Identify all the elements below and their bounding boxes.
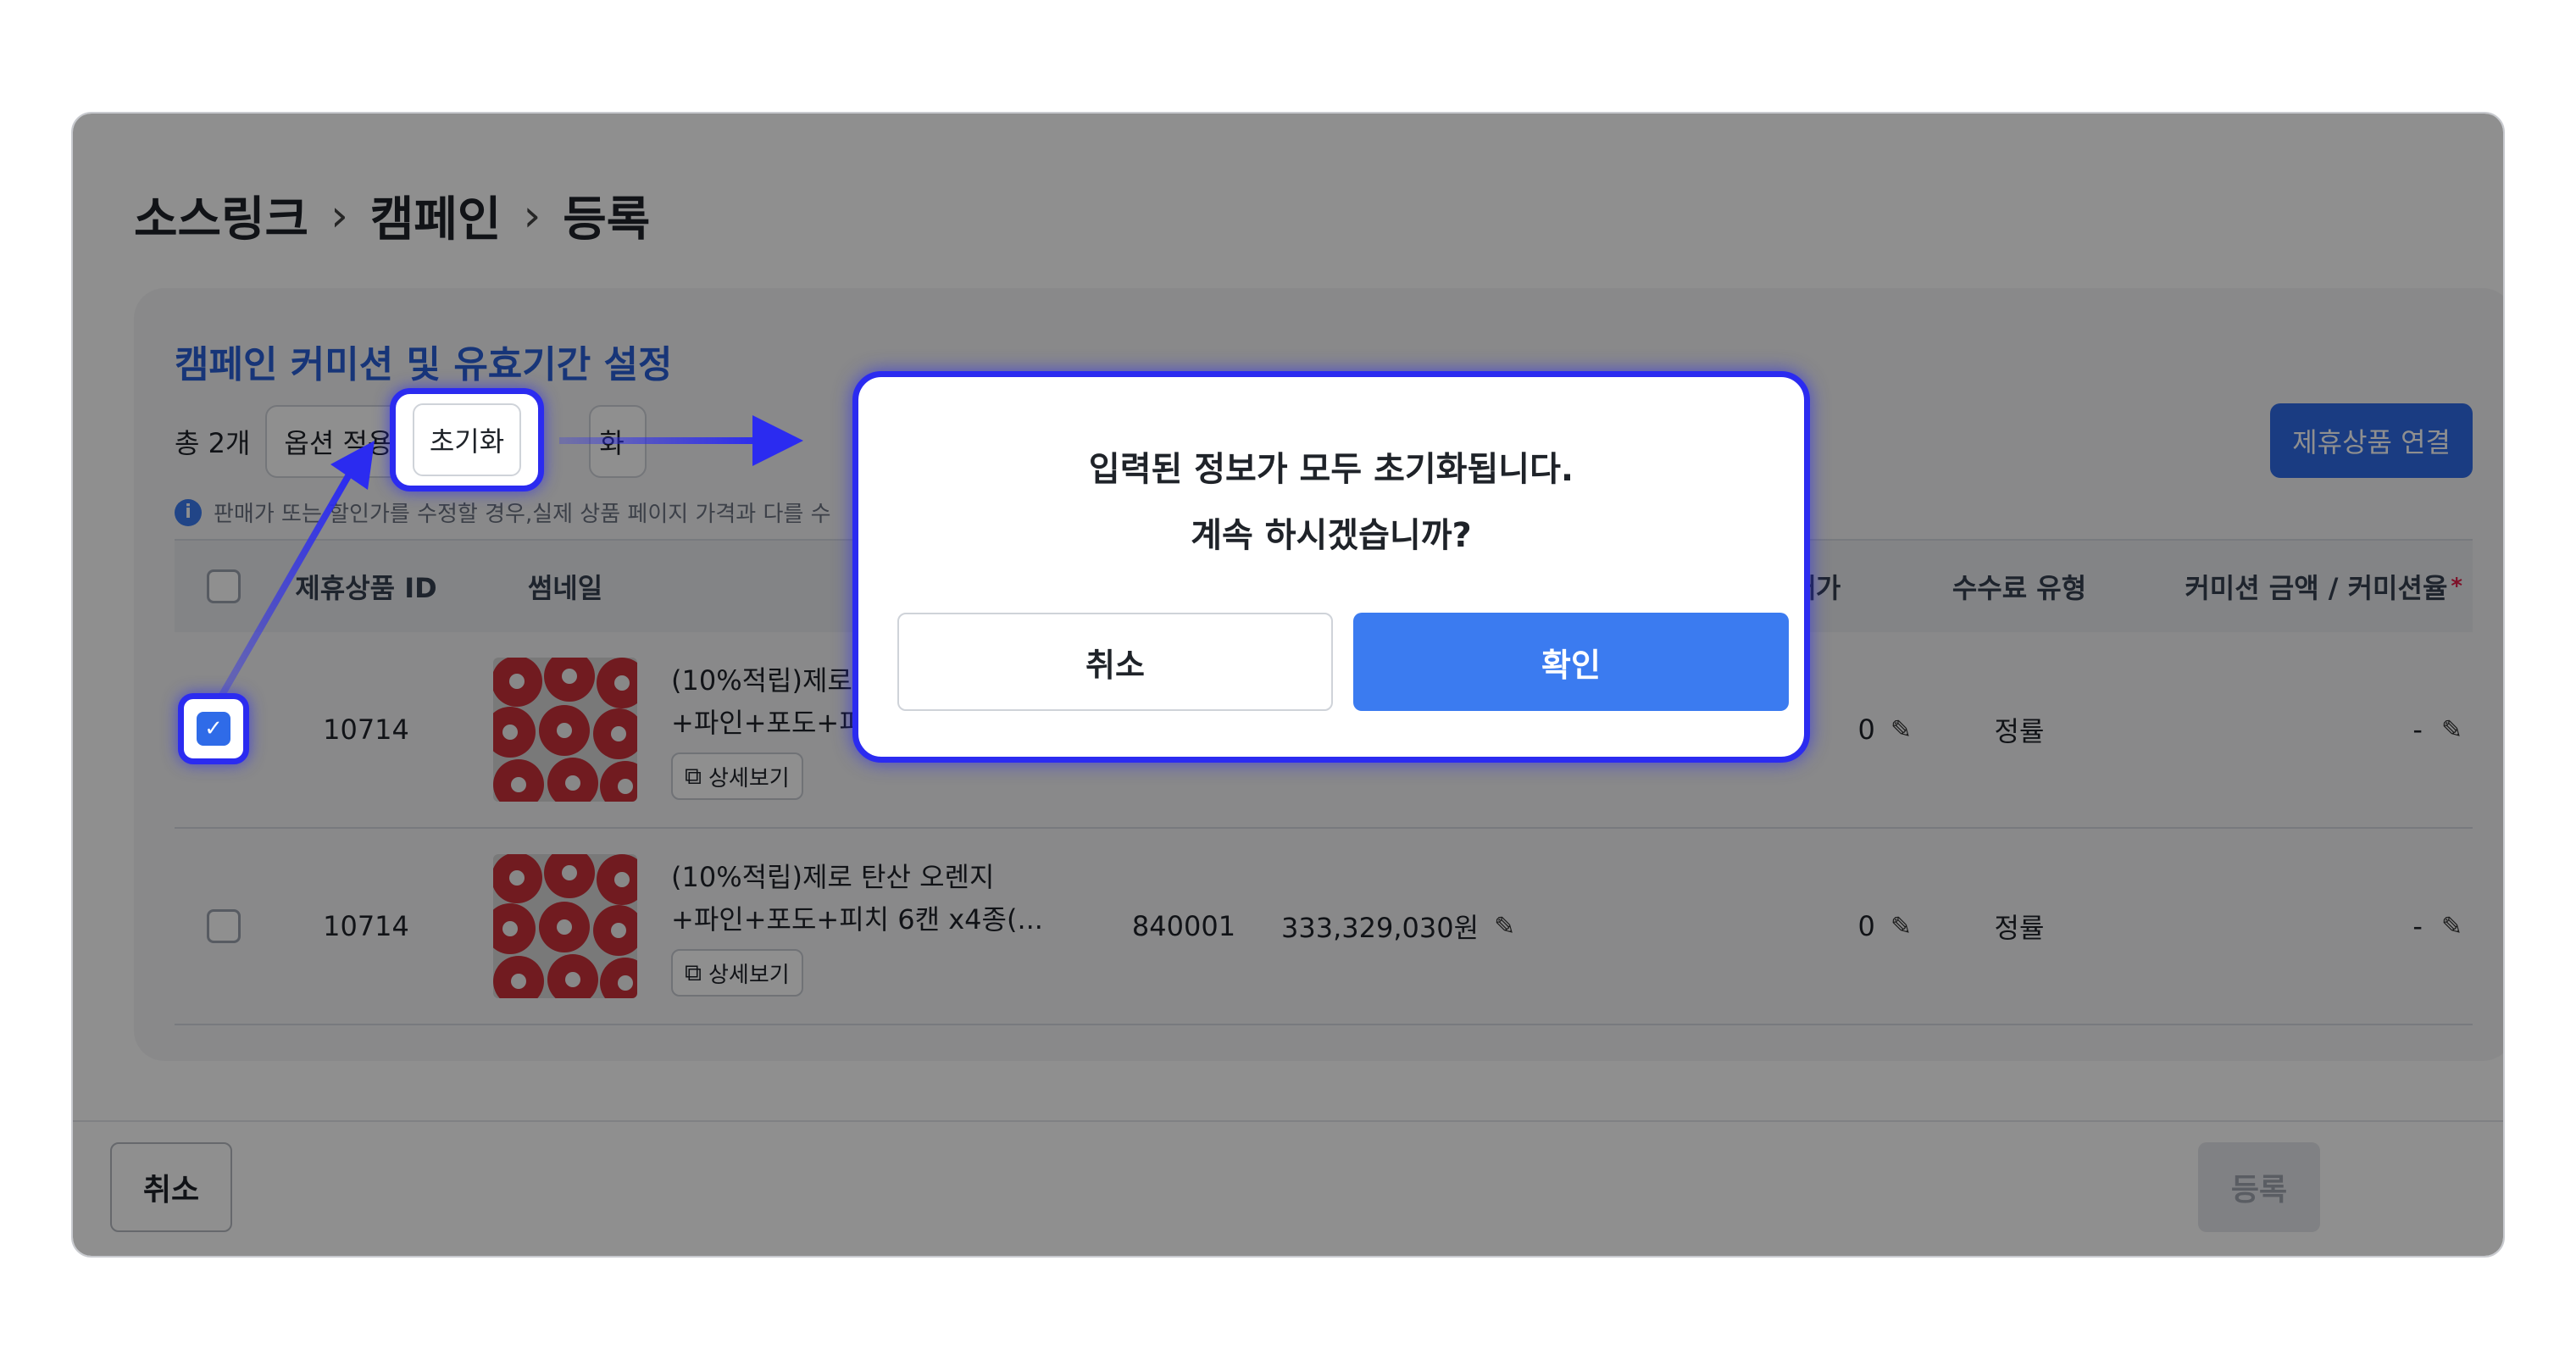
reset-confirm-dialog: 입력된 정보가 모두 초기화됩니다. 계속 하시겠습니까? 취소 확인 (852, 371, 1810, 763)
dialog-message: 입력된 정보가 모두 초기화됩니다. 계속 하시겠습니까? (858, 436, 1804, 569)
dialog-message-line2: 계속 하시겠습니까? (1191, 516, 1472, 555)
dialog-cancel-button[interactable]: 취소 (897, 613, 1333, 711)
dialog-confirm-button[interactable]: 확인 (1353, 613, 1789, 711)
dialog-message-line1: 입력된 정보가 모두 초기화됩니다. (1088, 450, 1574, 489)
arrow-to-modal-icon (559, 415, 803, 466)
arrow-from-checkbox-icon (219, 441, 375, 697)
